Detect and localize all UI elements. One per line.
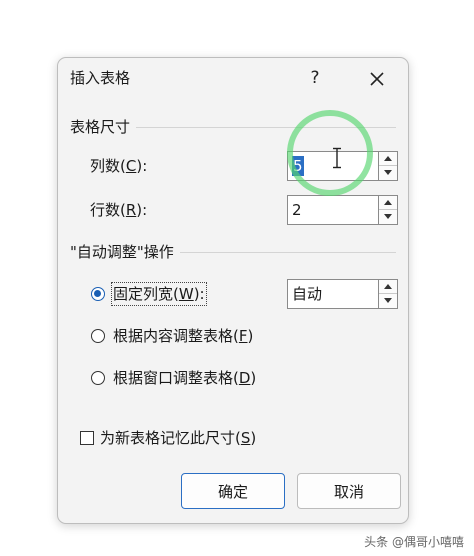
rows-value[interactable]: 2: [292, 200, 302, 220]
screenshot-page: 插入表格 ? 表格尺寸 列数(C): 5 行数(R): 2 "自动调整"操作 固…: [0, 0, 474, 556]
fixed-width-radio-option[interactable]: 固定列宽(W):: [91, 282, 281, 306]
watermark: 头条 @偶哥小嘻嘻: [364, 535, 464, 549]
columns-label: 列数(C):: [90, 157, 148, 175]
dialog-titlebar: 插入表格 ?: [58, 58, 408, 100]
chevron-up-icon: [384, 200, 392, 205]
fit-window-radio[interactable]: [91, 371, 105, 385]
fixed-width-increment-button[interactable]: [379, 280, 397, 294]
remember-size-label: 为新表格记忆此尺寸(S): [100, 429, 257, 447]
fit-contents-label: 根据内容调整表格(F): [113, 327, 254, 345]
insert-table-dialog: 插入表格 ? 表格尺寸 列数(C): 5 行数(R): 2 "自动调整"操作 固…: [57, 57, 409, 524]
chevron-up-icon: [384, 284, 392, 289]
rows-label: 行数(R):: [90, 201, 148, 219]
columns-decrement-button[interactable]: [379, 166, 397, 180]
fit-contents-radio[interactable]: [91, 329, 105, 343]
columns-value[interactable]: 5: [292, 156, 304, 176]
dialog-title: 插入表格: [70, 69, 131, 87]
table-size-section-label: 表格尺寸: [70, 117, 137, 137]
rows-stepper[interactable]: 2: [287, 195, 398, 225]
chevron-down-icon: [384, 214, 392, 219]
columns-stepper[interactable]: 5: [287, 151, 398, 181]
fixed-width-decrement-button[interactable]: [379, 294, 397, 308]
fixed-width-value[interactable]: 自动: [292, 284, 322, 304]
fixed-width-spin-buttons: [378, 280, 397, 308]
help-icon[interactable]: ?: [304, 66, 326, 90]
fixed-width-label: 固定列宽(W):: [111, 282, 207, 306]
remember-size-checkbox[interactable]: [80, 431, 94, 445]
chevron-down-icon: [384, 298, 392, 303]
fixed-width-stepper[interactable]: 自动: [287, 279, 398, 309]
columns-spin-buttons: [378, 152, 397, 180]
cancel-button[interactable]: 取消: [297, 473, 401, 509]
ok-button[interactable]: 确定: [181, 473, 285, 509]
columns-increment-button[interactable]: [379, 152, 397, 166]
rows-spin-buttons: [378, 196, 397, 224]
fixed-width-radio[interactable]: [91, 287, 105, 301]
fit-window-radio-option[interactable]: 根据窗口调整表格(D): [91, 368, 291, 390]
fit-window-label: 根据窗口调整表格(D): [113, 369, 257, 387]
chevron-up-icon: [384, 156, 392, 161]
autofit-section-label: "自动调整"操作: [70, 242, 180, 262]
rows-increment-button[interactable]: [379, 196, 397, 210]
close-icon[interactable]: [364, 66, 390, 92]
fit-contents-radio-option[interactable]: 根据内容调整表格(F): [91, 326, 291, 348]
remember-size-option[interactable]: 为新表格记忆此尺寸(S): [80, 428, 300, 450]
chevron-down-icon: [384, 170, 392, 175]
rows-decrement-button[interactable]: [379, 210, 397, 224]
